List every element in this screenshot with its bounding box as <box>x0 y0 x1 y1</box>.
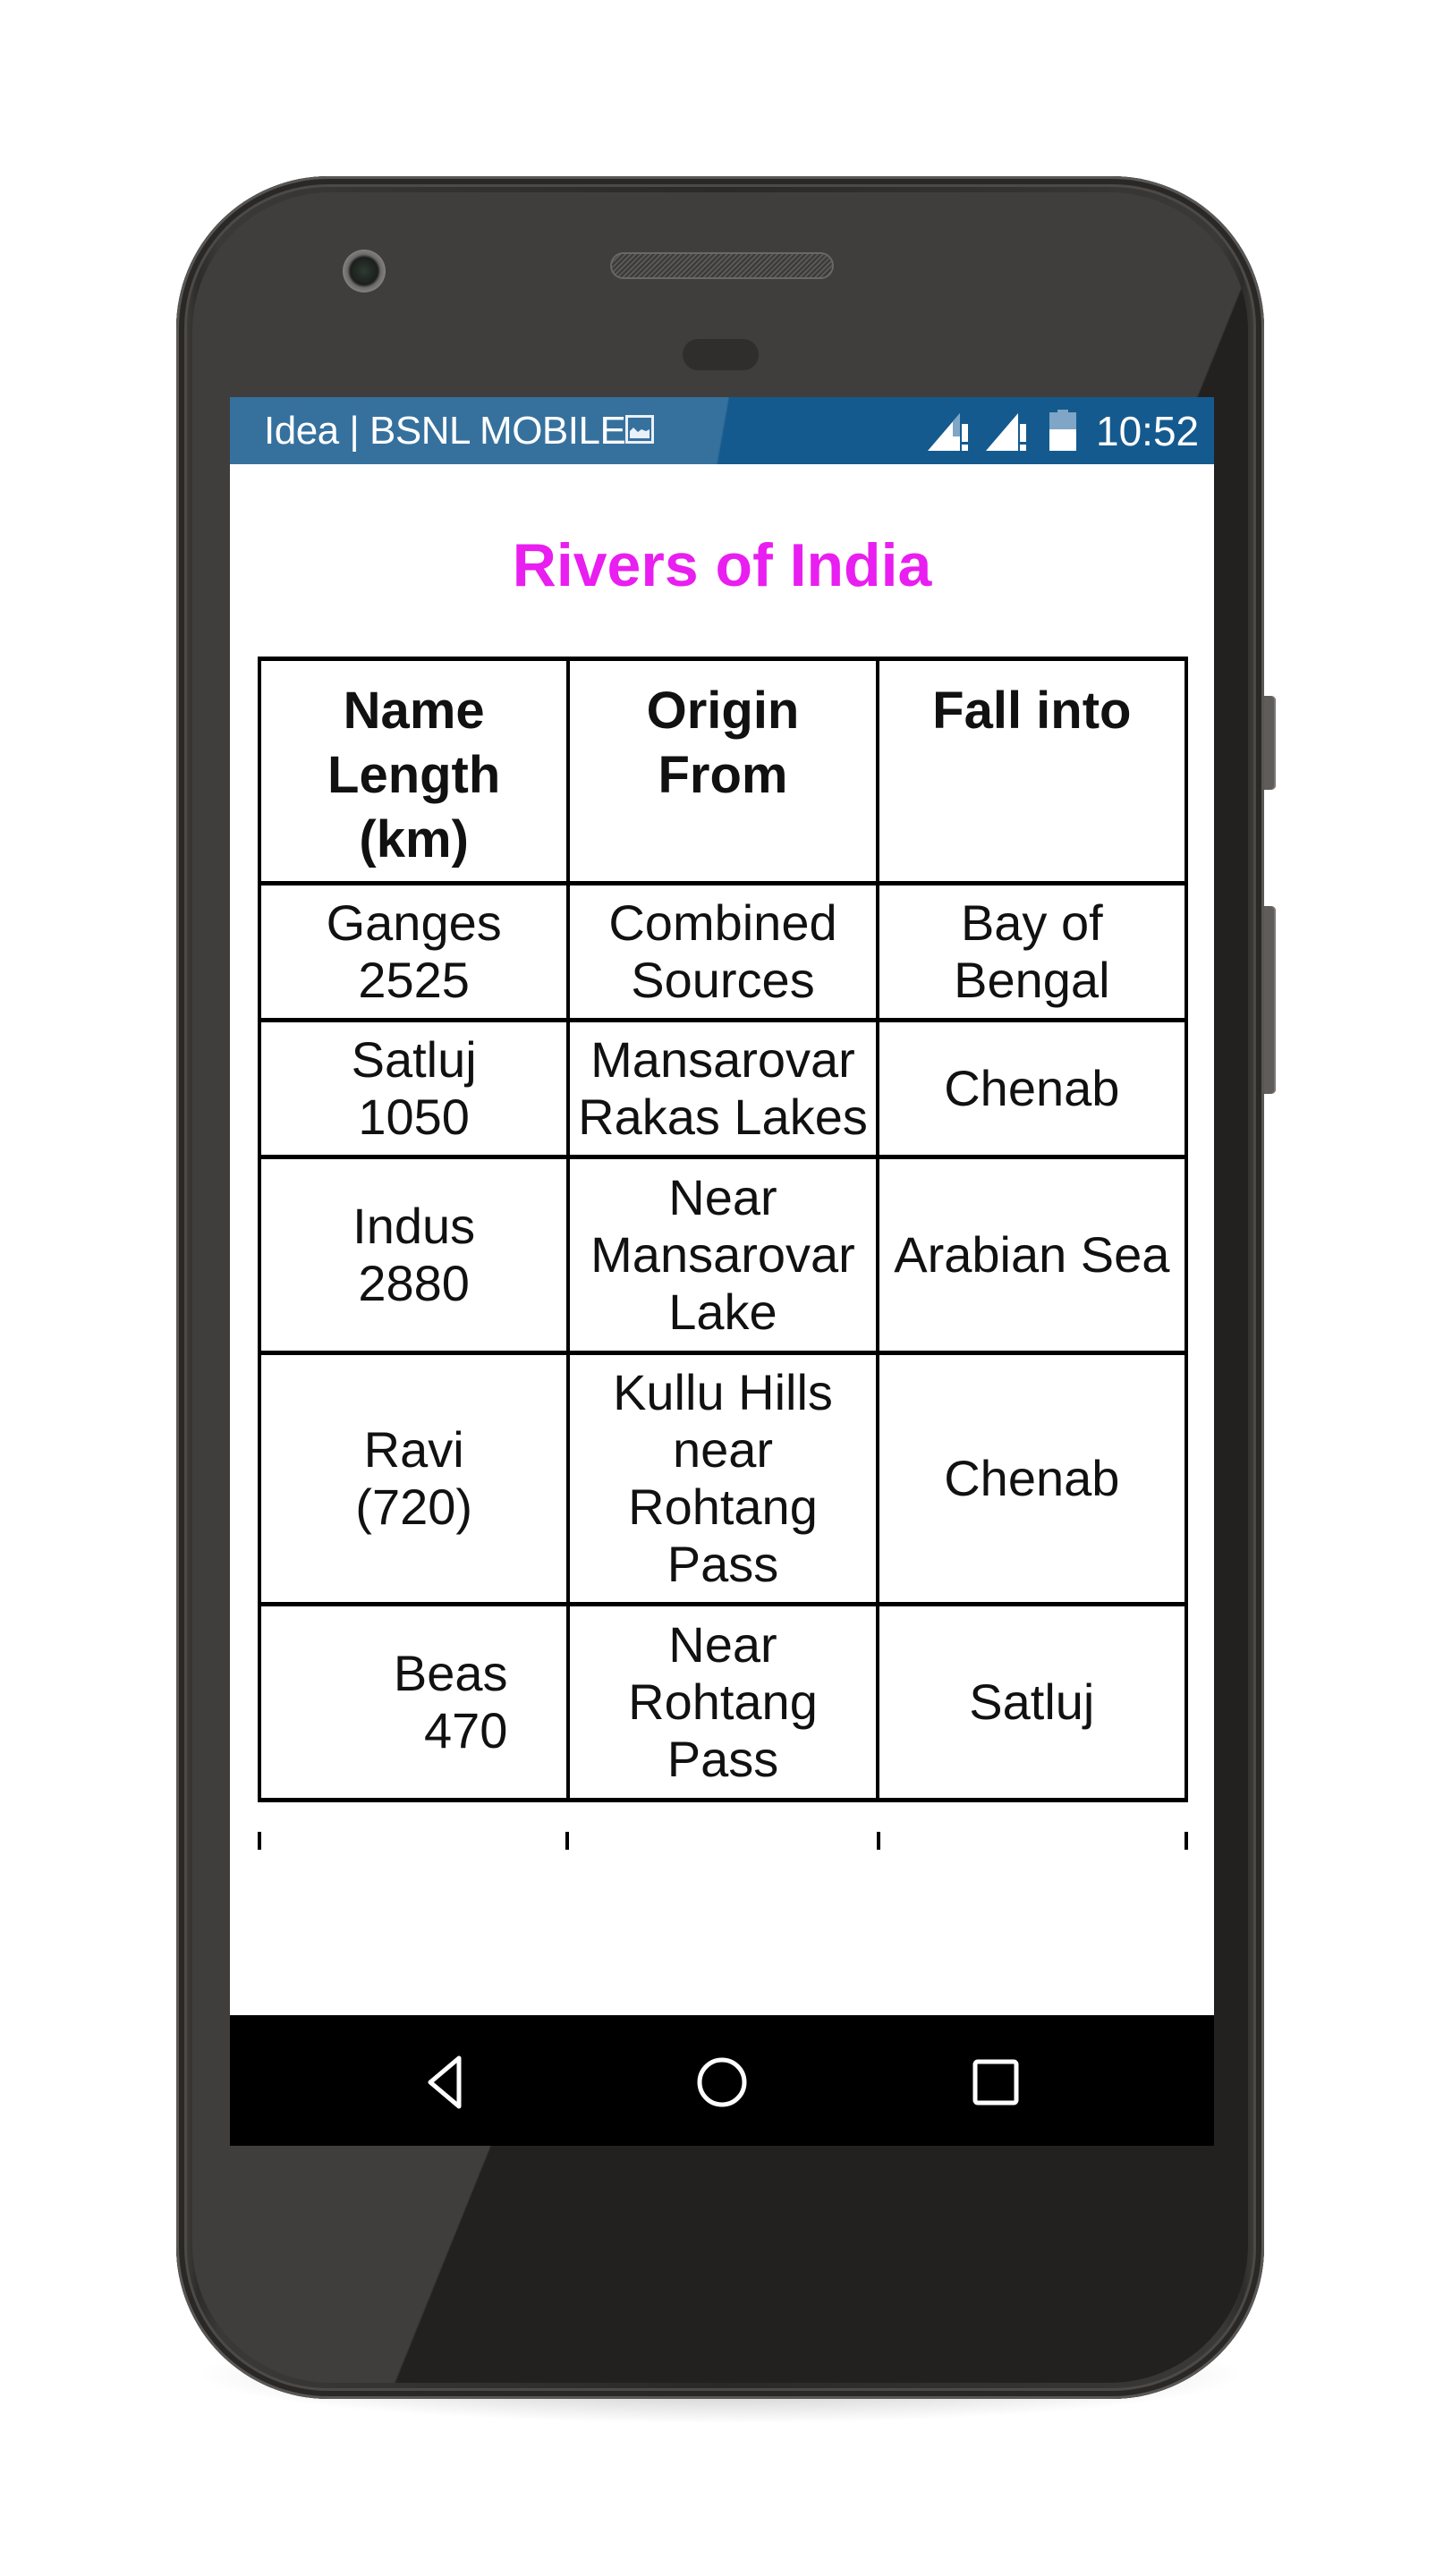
cell-origin: Near Mansarovar Lake <box>566 1155 879 1355</box>
carrier-name: Idea | BSNL MOBILE <box>264 409 626 453</box>
cell-origin: Mansarovar Rakas Lakes <box>566 1018 879 1159</box>
volume-button[interactable] <box>1264 906 1276 1094</box>
power-button[interactable] <box>1264 696 1276 790</box>
cell-name-length: Ravi (720) <box>257 1351 571 1606</box>
clock: 10:52 <box>1096 408 1200 454</box>
front-camera-icon <box>343 250 386 292</box>
table-row: Ganges 2525 Combined Sources Bay of Beng… <box>257 881 1189 1022</box>
cell-name-length: Ganges 2525 <box>257 881 571 1022</box>
navigation-bar <box>230 2015 1214 2146</box>
table-row: Beas 470 Near Rohtang Pass Satluj <box>257 1602 1189 1802</box>
cell-falls-into: Chenab <box>875 1351 1189 1606</box>
signal-no-data-icon <box>986 411 1029 457</box>
cell-origin: Combined Sources <box>566 881 879 1022</box>
cell-falls-into: Satluj <box>875 1602 1189 1802</box>
cell-name-length: Satluj 1050 <box>257 1018 571 1159</box>
cell-origin: Kullu Hills near Rohtang Pass <box>566 1351 879 1606</box>
table-row: Satluj 1050 Mansarovar Rakas Lakes Chena… <box>257 1018 1189 1159</box>
cell-name-length: Indus 2880 <box>257 1155 571 1355</box>
battery-icon <box>1049 410 1076 451</box>
phone-screen: Idea | BSNL MOBILE 10:52 Rivers of India… <box>230 397 1214 2146</box>
earpiece-speaker <box>612 254 832 277</box>
table-row: Ravi (720) Kullu Hills near Rohtang Pass… <box>257 1351 1189 1606</box>
header-origin: Origin From <box>566 657 879 886</box>
cell-name-length: Beas 470 <box>257 1602 571 1802</box>
cell-origin: Near Rohtang Pass <box>566 1602 879 1802</box>
status-bar: Idea | BSNL MOBILE 10:52 <box>230 397 1214 464</box>
cell-falls-into: Chenab <box>875 1018 1189 1159</box>
recents-square-icon <box>972 2059 1019 2106</box>
table-next-row-partial <box>258 1832 1188 1850</box>
table-row: Indus 2880 Near Mansarovar Lake Arabian … <box>257 1155 1189 1355</box>
header-falls-into: Fall into <box>875 657 1189 886</box>
recents-button[interactable] <box>964 2051 1027 2114</box>
back-button[interactable] <box>416 2051 479 2114</box>
home-button[interactable] <box>691 2051 753 2114</box>
home-circle-icon <box>697 2057 747 2107</box>
back-triangle-icon <box>428 2055 462 2109</box>
proximity-sensor <box>683 339 759 370</box>
signal-no-data-icon <box>928 411 971 457</box>
cell-falls-into: Bay of Bengal <box>875 881 1189 1022</box>
table-header-row: Name Length (km) Origin From Fall into <box>257 657 1189 886</box>
rivers-table: Name Length (km) Origin From Fall into G… <box>257 657 1189 1802</box>
cell-falls-into: Arabian Sea <box>875 1155 1189 1355</box>
image-icon <box>625 415 654 444</box>
header-name-length: Name Length (km) <box>257 657 571 886</box>
page-title: Rivers of India <box>512 531 932 599</box>
